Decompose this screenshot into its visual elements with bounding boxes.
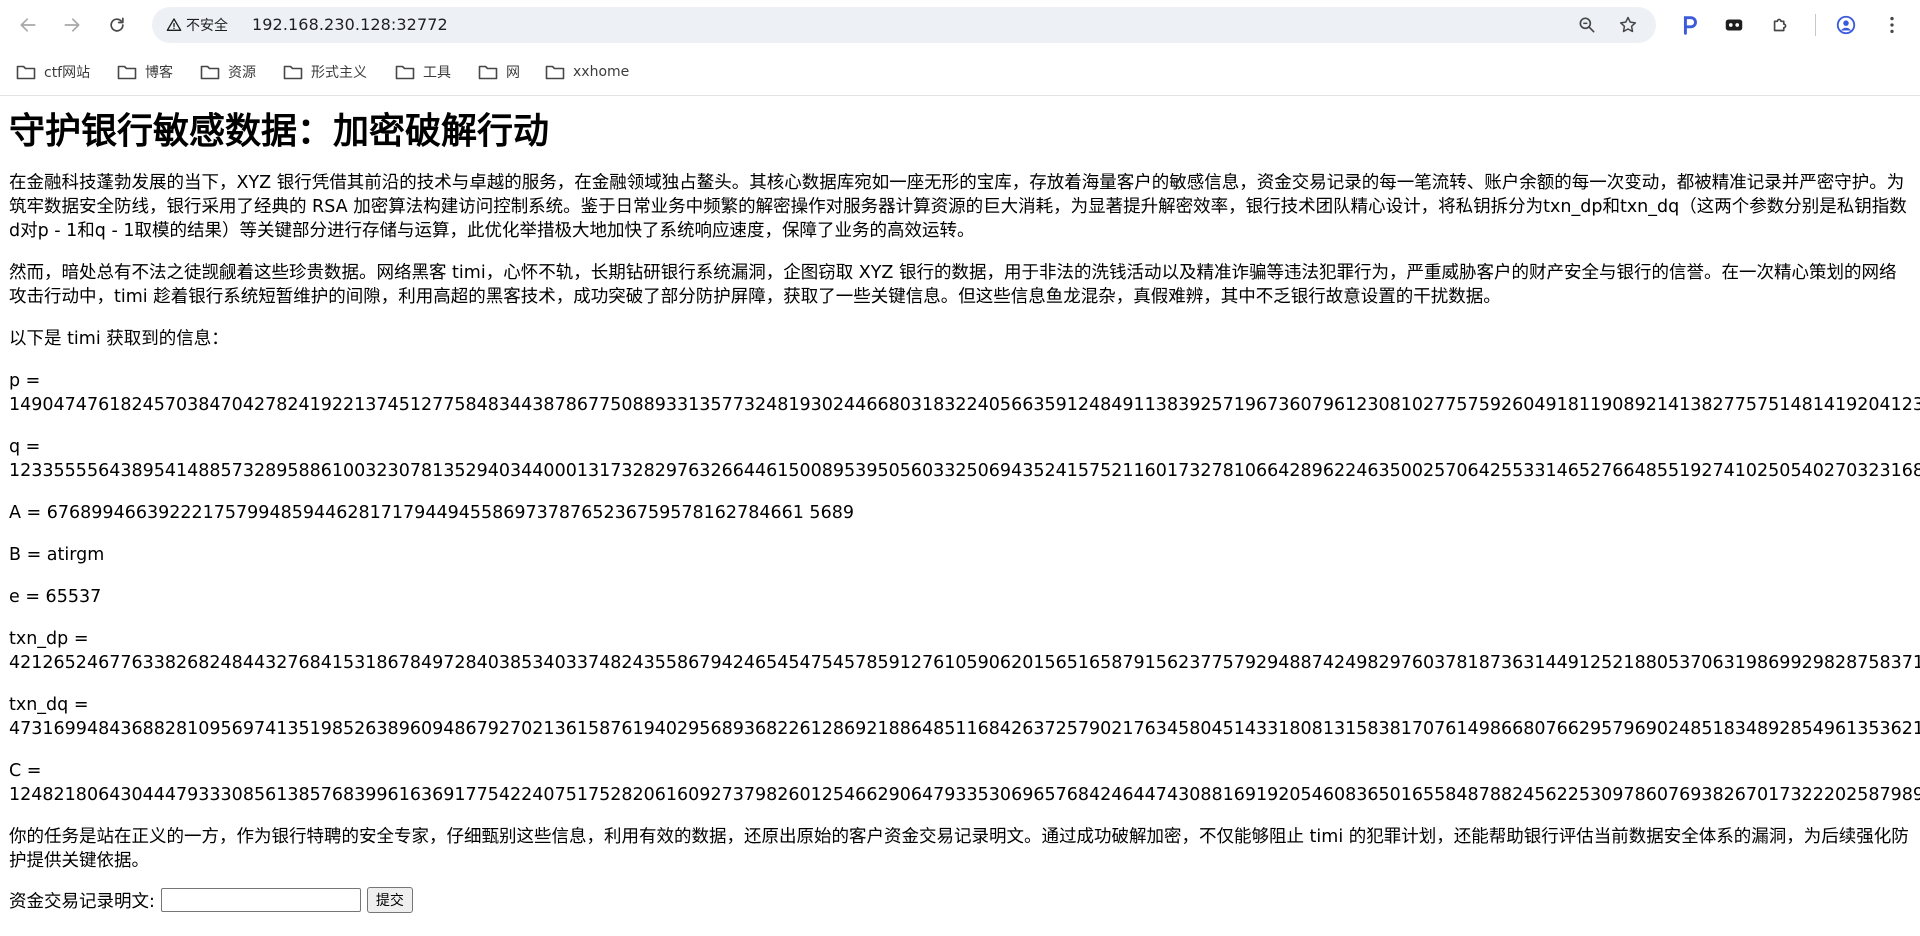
bookmark-label: 工具 xyxy=(423,65,451,81)
p-value: 1490474761824570384704278241922137451277… xyxy=(9,395,1920,415)
warning-icon xyxy=(166,18,182,31)
bookmark-label: 资源 xyxy=(228,65,256,81)
txn-dq-value: 4731699484368828109569741351985263896094… xyxy=(9,719,1920,739)
browser-chrome: 不安全 192.168.230.128:32772 ctf网站 博客 资源 形式… xyxy=(0,0,1920,96)
url-text[interactable]: 192.168.230.128:32772 xyxy=(252,15,448,34)
bookmark-label: ctf网站 xyxy=(44,65,91,81)
bookmark-label: xxhome xyxy=(573,64,630,80)
q-parameter: q = 123355556438954148857328958861003230… xyxy=(9,435,1920,483)
page-title: 守护银行敏感数据：加密破解行动 xyxy=(9,111,550,152)
reload-icon xyxy=(110,17,124,32)
c-parameter: C = 124821806430444793330856138576839961… xyxy=(9,759,1920,807)
submit-button[interactable]: 提交 xyxy=(366,887,413,913)
folder-icon xyxy=(117,65,137,80)
q-label: q = xyxy=(9,437,41,457)
zoom-button[interactable] xyxy=(1575,13,1599,37)
answer-form: 资金交易记录明文: 提交 xyxy=(9,887,1911,913)
mask-extension-icon xyxy=(1725,19,1743,31)
folder-icon xyxy=(200,65,220,80)
extensions-button[interactable] xyxy=(1767,11,1795,39)
reload-button[interactable] xyxy=(101,9,133,41)
p-extension-icon xyxy=(1683,16,1697,35)
folder-icon xyxy=(395,65,415,80)
arrow-right-icon xyxy=(64,18,80,32)
toolbar-separator xyxy=(1815,14,1816,36)
a-parameter: A = 676899466392221757994859446281717944… xyxy=(9,503,854,523)
extension-p-button[interactable] xyxy=(1676,11,1704,39)
star-icon xyxy=(1619,16,1637,33)
txn-dp-label: txn_dp = xyxy=(9,629,89,649)
bookmark-label: 网 xyxy=(506,65,520,81)
security-label: 不安全 xyxy=(186,18,228,34)
bookmark-label: 博客 xyxy=(145,65,173,81)
bookmark-folder-ctf[interactable]: ctf网站 xyxy=(16,60,90,84)
e-parameter: e = 65537 xyxy=(9,587,102,607)
bookmark-folder-tools[interactable]: 工具 xyxy=(395,60,451,84)
forward-button[interactable] xyxy=(56,9,88,41)
b-parameter: B = atirgm xyxy=(9,545,105,565)
q-value: 1233555564389541488573289588610032307813… xyxy=(9,461,1920,481)
bookmark-star-button[interactable] xyxy=(1616,13,1640,37)
p-label: p = xyxy=(9,371,41,391)
bookmark-folder-blog[interactable]: 博客 xyxy=(117,60,173,84)
address-bar[interactable]: 不安全 192.168.230.128:32772 xyxy=(152,7,1656,43)
bookmark-folder-xxhome[interactable]: xxhome xyxy=(545,60,629,84)
bookmark-label: 形式主义 xyxy=(311,65,367,81)
bookmark-folder-web[interactable]: 网 xyxy=(478,60,520,84)
txn-dp-value: 4212652467763382682484432768415318678497… xyxy=(9,653,1920,673)
zoom-icon xyxy=(1579,17,1595,33)
txn-dp-parameter: txn_dp = 4212652467763382682484432768415… xyxy=(9,627,1920,675)
task-paragraph: 你的任务是站在正义的一方，作为银行特聘的安全专家，仔细甄别这些信息，利用有效的数… xyxy=(9,827,1909,871)
c-value: 1248218064304447933308561385768399616369… xyxy=(9,785,1920,805)
folder-icon xyxy=(478,65,498,80)
extension-mask-button[interactable] xyxy=(1720,11,1748,39)
bookmark-folder-resources[interactable]: 资源 xyxy=(200,60,256,84)
answer-input[interactable] xyxy=(160,888,361,912)
profile-icon xyxy=(1836,15,1856,35)
folder-icon xyxy=(545,65,565,80)
browser-toolbar: 不安全 192.168.230.128:32772 xyxy=(0,0,1920,50)
txn-dq-parameter: txn_dq = 4731699484368828109569741351985… xyxy=(9,693,1920,741)
answer-label: 资金交易记录明文: xyxy=(9,891,155,912)
intro-paragraph-2: 然而，暗处总有不法之徒觊觎着这些珍贵数据。网络黑客 timi，心怀不轨，长期钻研… xyxy=(9,263,1897,307)
c-label: C = xyxy=(9,761,42,781)
profile-button[interactable] xyxy=(1832,11,1860,39)
bookmarks-bar: ctf网站 博客 资源 形式主义 工具 网 xxhome xyxy=(0,56,1920,86)
kebab-menu-icon xyxy=(1890,16,1894,34)
security-indicator[interactable]: 不安全 xyxy=(160,11,236,39)
info-heading: 以下是 timi 获取到的信息： xyxy=(9,329,229,349)
p-parameter: p = 149047476182457038470427824192213745… xyxy=(9,369,1920,417)
puzzle-icon xyxy=(1773,18,1787,32)
intro-paragraph-1: 在金融科技蓬勃发展的当下，XYZ 银行凭借其前沿的技术与卓越的服务，在金融领域独… xyxy=(9,173,1907,241)
page-content: 守护银行敏感数据：加密破解行动 在金融科技蓬勃发展的当下，XYZ 银行凭借其前沿… xyxy=(9,97,1920,913)
folder-icon xyxy=(283,65,303,80)
back-button[interactable] xyxy=(12,9,44,41)
bookmark-folder-formalism[interactable]: 形式主义 xyxy=(283,60,367,84)
arrow-left-icon xyxy=(20,18,36,32)
txn-dq-label: txn_dq = xyxy=(9,695,89,715)
menu-button[interactable] xyxy=(1878,11,1906,39)
folder-icon xyxy=(16,65,36,80)
